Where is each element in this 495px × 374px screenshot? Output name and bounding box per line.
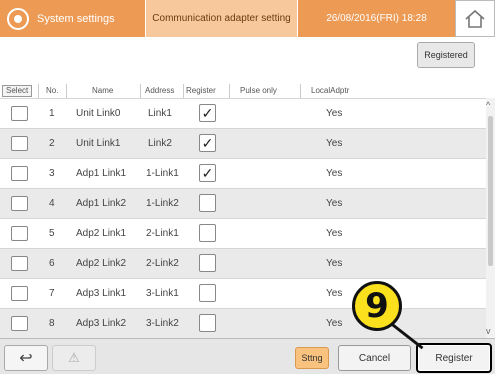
row-select-checkbox[interactable] — [11, 106, 28, 121]
row-local-adptr: Yes — [326, 288, 343, 299]
row-address: 1-Link2 — [146, 198, 179, 209]
register-checkbox[interactable] — [199, 224, 216, 242]
system-settings-tab[interactable]: System settings — [0, 0, 145, 37]
table-row[interactable]: 1 Unit Link0 Link1 ✓ Yes — [0, 98, 486, 128]
register-header: Register — [186, 86, 216, 95]
row-local-adptr: Yes — [326, 258, 343, 269]
row-address: 2-Link2 — [146, 258, 179, 269]
register-checkbox[interactable] — [199, 284, 216, 302]
row-local-adptr: Yes — [326, 138, 343, 149]
row-address: 3-Link2 — [146, 318, 179, 329]
register-checkbox[interactable] — [199, 314, 216, 332]
register-checkbox[interactable]: ✓ — [199, 104, 216, 122]
table-row[interactable]: 5 Adp2 Link1 2-Link1 Yes — [0, 218, 486, 248]
no-header: No. — [46, 86, 59, 95]
table-row[interactable]: 6 Adp2 Link2 2-Link2 Yes — [0, 248, 486, 278]
row-address: 3-Link1 — [146, 288, 179, 299]
table-row[interactable]: 8 Adp3 Link2 3-Link2 Yes — [0, 308, 486, 338]
step-callout-badge: 9 — [352, 281, 402, 331]
address-header: Address — [145, 86, 175, 95]
scroll-up-icon[interactable]: ^ — [486, 100, 490, 110]
register-button[interactable]: Register — [416, 343, 492, 373]
local-adptr-header: LocalAdptr — [311, 86, 350, 95]
row-local-adptr: Yes — [326, 318, 343, 329]
table-row[interactable]: 2 Unit Link1 Link2 ✓ Yes — [0, 128, 486, 158]
registered-button[interactable]: Registered — [417, 42, 475, 68]
row-local-adptr: Yes — [326, 168, 343, 179]
row-name: Adp1 Link1 — [76, 168, 127, 179]
bottom-bar: ↩ ⚠ Sttng Cancel Register — [0, 338, 495, 374]
scroll-down-icon[interactable]: v — [486, 326, 491, 336]
scroll-thumb[interactable] — [488, 116, 493, 266]
register-checkbox[interactable] — [199, 254, 216, 272]
row-select-checkbox[interactable] — [11, 256, 28, 271]
pulse-only-header: Pulse only — [240, 86, 277, 95]
row-select-checkbox[interactable] — [11, 136, 28, 151]
row-select-checkbox[interactable] — [11, 166, 28, 181]
screen-title: Communication adapter setting — [145, 0, 298, 37]
cancel-button[interactable]: Cancel — [338, 345, 411, 371]
row-select-checkbox[interactable] — [11, 286, 28, 301]
row-address: 1-Link1 — [146, 168, 179, 179]
back-button[interactable]: ↩ — [4, 345, 48, 371]
settings-button[interactable]: Sttng — [295, 347, 329, 369]
row-name: Adp1 Link2 — [76, 198, 127, 209]
top-bar: System settings Communication adapter se… — [0, 0, 495, 37]
row-no: 5 — [49, 228, 55, 239]
register-checkbox[interactable] — [199, 194, 216, 212]
home-icon — [465, 9, 485, 28]
row-no: 2 — [49, 138, 55, 149]
row-select-checkbox[interactable] — [11, 316, 28, 331]
row-no: 7 — [49, 288, 55, 299]
table-row[interactable]: 4 Adp1 Link2 1-Link2 Yes — [0, 188, 486, 218]
row-local-adptr: Yes — [326, 198, 343, 209]
row-no: 3 — [49, 168, 55, 179]
row-no: 6 — [49, 258, 55, 269]
table-row[interactable]: 3 Adp1 Link1 1-Link1 ✓ Yes — [0, 158, 486, 188]
row-name: Unit Link0 — [76, 108, 121, 119]
gear-icon — [7, 7, 29, 30]
register-checkbox[interactable]: ✓ — [199, 164, 216, 182]
back-arrow-icon: ↩ — [19, 350, 33, 367]
row-address: Link1 — [148, 108, 172, 119]
table-row[interactable]: 7 Adp3 Link1 3-Link1 Yes — [0, 278, 486, 308]
row-no: 4 — [49, 198, 55, 209]
row-name: Unit Link1 — [76, 138, 121, 149]
row-select-checkbox[interactable] — [11, 226, 28, 241]
row-address: 2-Link1 — [146, 228, 179, 239]
warning-button[interactable]: ⚠ — [52, 345, 96, 371]
select-header-button[interactable]: Select — [2, 85, 33, 97]
row-name: Adp2 Link1 — [76, 228, 127, 239]
row-select-checkbox[interactable] — [11, 196, 28, 211]
home-button[interactable] — [455, 0, 495, 37]
row-no: 8 — [49, 318, 55, 329]
register-checkbox[interactable]: ✓ — [199, 134, 216, 152]
warning-icon: ⚠ — [68, 350, 80, 365]
row-no: 1 — [49, 108, 55, 119]
table-header: Select No. Name Address Register Pulse o… — [0, 84, 486, 98]
row-name: Adp3 Link2 — [76, 318, 127, 329]
name-header: Name — [92, 86, 114, 95]
row-name: Adp2 Link2 — [76, 258, 127, 269]
app-title: System settings — [37, 12, 115, 25]
row-local-adptr: Yes — [326, 228, 343, 239]
row-address: Link2 — [148, 138, 172, 149]
row-name: Adp3 Link1 — [76, 288, 127, 299]
datetime-display: 26/08/2016(FRI) 18:28 — [298, 0, 455, 37]
row-local-adptr: Yes — [326, 108, 343, 119]
